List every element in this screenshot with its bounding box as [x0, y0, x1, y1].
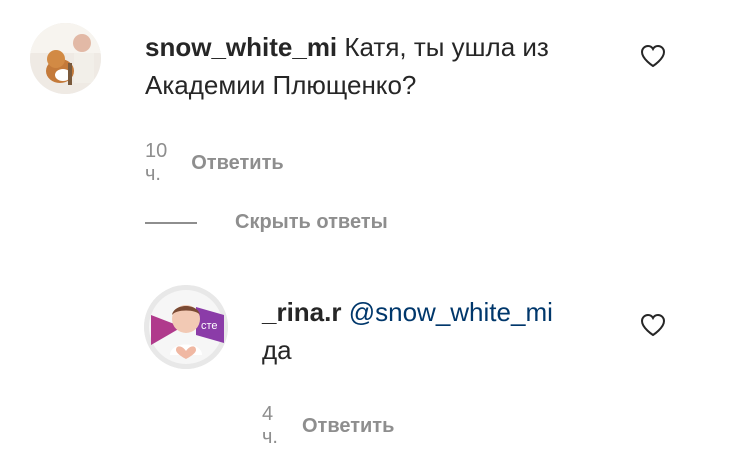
- comment-text-line1: Катя, ты ушла из: [344, 32, 549, 62]
- comment-username[interactable]: snow_white_mi: [145, 32, 337, 62]
- reply-mention[interactable]: @snow_white_mi: [349, 297, 553, 327]
- hide-replies-label: Скрыть ответы: [235, 211, 388, 233]
- heart-outline-icon[interactable]: [640, 313, 666, 337]
- reply-button[interactable]: Ответить: [191, 152, 283, 175]
- comment-text-line2: Академии Плющенко?: [145, 70, 417, 100]
- reply-text: да: [262, 335, 292, 365]
- svg-text:сте: сте: [201, 320, 218, 332]
- divider-line: [145, 221, 197, 224]
- comment-meta: 10 ч. Ответить: [145, 140, 284, 186]
- reply-text-block: _rina.r @snow_white_mi да: [262, 293, 622, 369]
- cat-photo-icon: [30, 23, 101, 94]
- comment-text-block: snow_white_mi Катя, ты ушла из Академии …: [145, 28, 615, 104]
- avatar-snow-white-mi[interactable]: [30, 23, 101, 94]
- reply-username[interactable]: _rina.r: [262, 297, 342, 327]
- reply-meta: 4 ч. Ответить: [262, 403, 394, 449]
- hide-replies-button[interactable]: Скрыть ответы: [145, 211, 388, 234]
- comment-time[interactable]: 10 ч.: [145, 140, 167, 186]
- avatar-rina-r[interactable]: сте: [144, 285, 228, 369]
- heart-outline-icon[interactable]: [640, 44, 666, 68]
- reply-button[interactable]: Ответить: [302, 415, 394, 438]
- reply-time[interactable]: 4 ч.: [262, 403, 278, 449]
- girl-heart-hands-icon: сте: [144, 285, 228, 369]
